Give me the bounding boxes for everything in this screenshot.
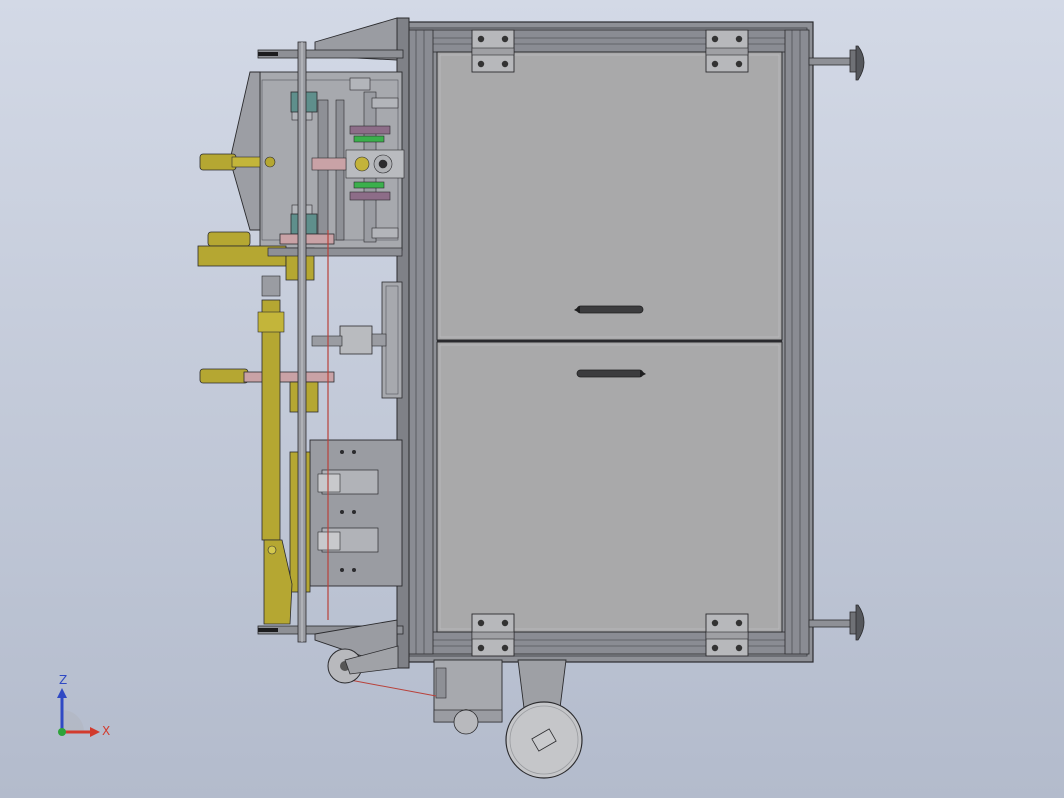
hinge-top-right[interactable] [705,29,749,73]
triad-origin [58,728,66,736]
hinge-top-left[interactable] [471,29,515,73]
door-handle-upper[interactable] [574,305,644,314]
lower-door-panel[interactable] [436,341,783,633]
caster-wheel-large[interactable] [505,659,583,779]
door-handle-lower[interactable] [576,369,646,378]
leveling-foot-top[interactable] [808,45,865,81]
x-arrow-head [90,727,100,737]
leveling-foot-bottom[interactable] [808,604,865,641]
hinge-bottom-left[interactable] [471,613,515,657]
cad-viewport[interactable]: Z X [0,0,1064,798]
z-arrow-head [57,688,67,698]
upper-door-panel[interactable] [436,51,783,341]
cad-model-view[interactable] [0,0,1064,798]
x-axis-label: X [102,724,110,738]
hinge-bottom-right[interactable] [705,613,749,657]
triad-plane [62,710,84,732]
coordinate-triad: Z X [57,673,110,738]
z-axis-label: Z [59,673,67,687]
vertical-shaft[interactable] [297,41,307,643]
